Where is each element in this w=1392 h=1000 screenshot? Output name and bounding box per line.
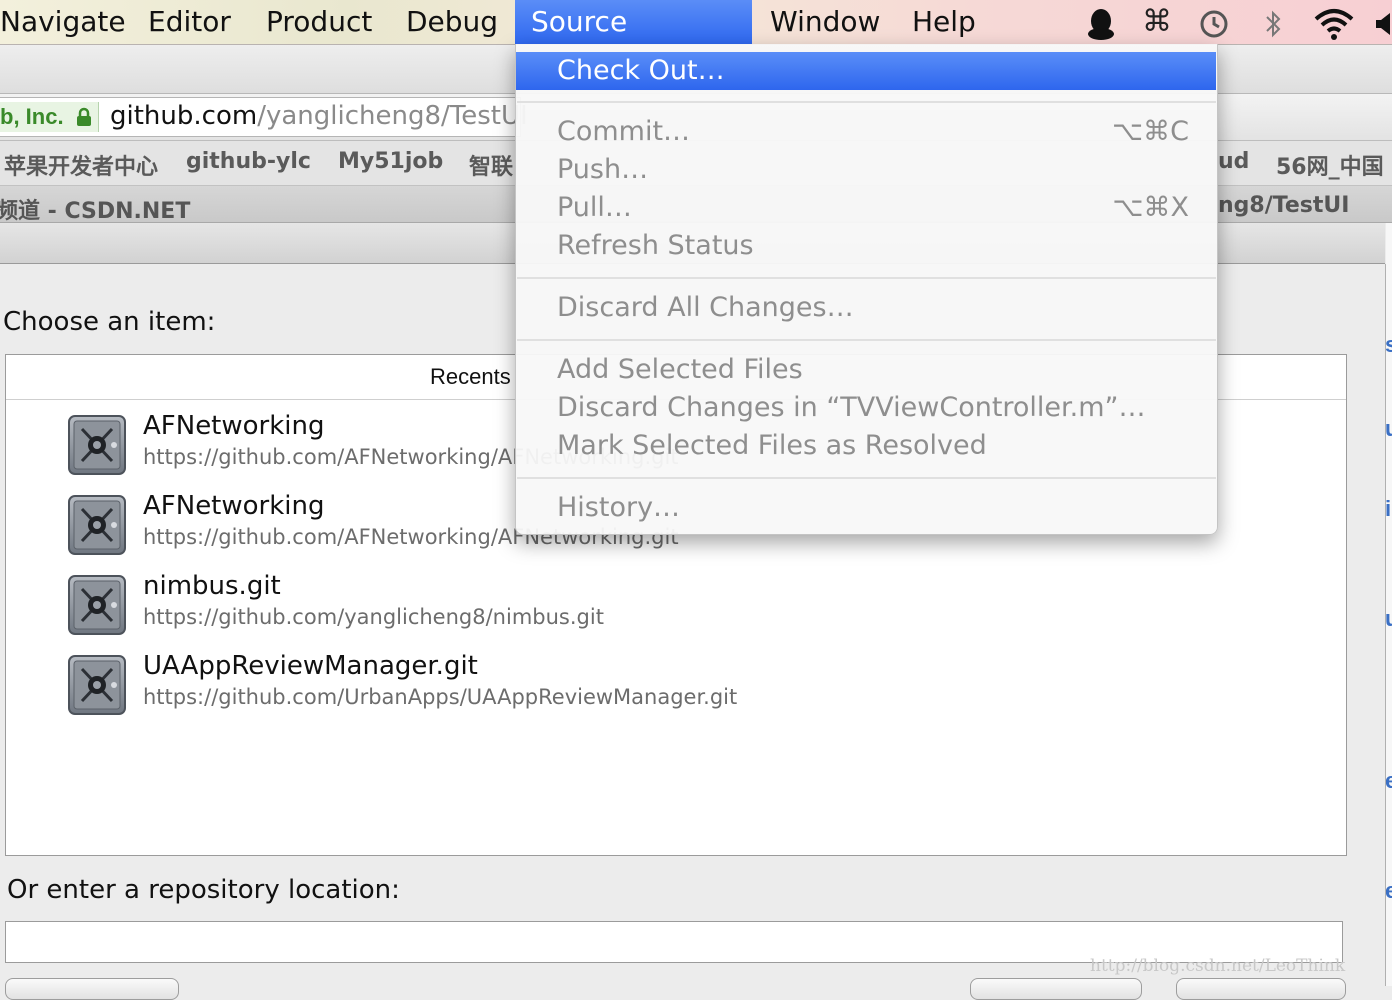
menu-item-label: Refresh Status <box>557 230 754 261</box>
bookmark-zhilian[interactable]: 智联 <box>469 149 513 181</box>
edge-char: u <box>1385 416 1392 441</box>
menu-window[interactable]: Window <box>752 0 898 44</box>
menu-separator <box>517 477 1216 479</box>
secure-label: b, Inc. <box>0 104 64 129</box>
menu-source-control[interactable]: Source Control <box>515 0 752 82</box>
edge-char: s <box>1385 332 1392 357</box>
menu-bar: Navigate Editor Product Debug Source Con… <box>0 0 1392 82</box>
menu-debug[interactable]: Debug <box>388 0 516 44</box>
menu-separator <box>517 101 1216 103</box>
menu-item-add-selected[interactable]: Add Selected Files <box>516 351 1217 389</box>
edge-char: e <box>1385 878 1392 903</box>
menu-item-label: History… <box>557 492 681 523</box>
recents-header: Recents <box>430 364 511 389</box>
url-path: /yanglicheng8/TestUI <box>257 101 528 131</box>
bookmark-apple-dev[interactable]: 苹果开发者中心 <box>4 149 158 181</box>
menu-item-label: Discard All Changes… <box>557 292 854 323</box>
time-machine-icon[interactable] <box>1194 0 1234 44</box>
repo-row[interactable]: nimbus.git https://github.com/yanglichen… <box>6 571 1346 651</box>
bookmark-56[interactable]: 56网_中国 <box>1276 149 1384 181</box>
menu-item-push[interactable]: Push… <box>516 151 1217 189</box>
url-host: github.com <box>110 101 258 131</box>
bluetooth-icon[interactable] <box>1258 0 1288 44</box>
command-key-icon[interactable]: ⌘ <box>1138 0 1176 44</box>
choose-item-label: Choose an item: <box>3 307 216 337</box>
tab-testui[interactable]: ng8/TestUI <box>1218 193 1349 218</box>
menu-item-label: Discard Changes in “TVViewController.m”… <box>557 392 1146 423</box>
left-sheet-button[interactable] <box>5 978 179 1000</box>
menu-item-label: Check Out… <box>557 55 725 86</box>
repository-vault-icon <box>68 415 126 475</box>
volume-icon[interactable] <box>1372 0 1392 44</box>
repository-vault-icon <box>68 495 126 555</box>
edge-char: u <box>1385 606 1392 631</box>
repository-vault-icon <box>68 655 126 715</box>
menu-help[interactable]: Help <box>894 0 994 44</box>
url-field[interactable]: b, Inc. github.com/yanglicheng8/TestUI <box>0 97 528 137</box>
menu-item-shortcut: ⌥⌘X <box>1112 192 1189 223</box>
repo-url: https://github.com/yanglicheng8/nimbus.g… <box>143 605 604 629</box>
menu-item-pull[interactable]: Pull… ⌥⌘X <box>516 189 1217 227</box>
menu-item-label: Commit… <box>557 116 691 147</box>
menu-item-commit[interactable]: Commit… ⌥⌘C <box>516 113 1217 151</box>
source-control-menu: Check Out… Commit… ⌥⌘C Push… Pull… ⌥⌘X R… <box>515 44 1218 535</box>
bookmark-github-ylc[interactable]: github-ylc <box>186 149 311 174</box>
qq-penguin-icon[interactable] <box>1082 0 1120 44</box>
menu-separator <box>517 339 1216 341</box>
url-text: github.com/yanglicheng8/TestUI <box>110 101 528 131</box>
menu-item-label: Pull… <box>557 192 632 223</box>
repo-name: UAAppReviewManager.git <box>143 651 478 681</box>
repo-name: AFNetworking <box>143 491 325 521</box>
menu-item-discard-all[interactable]: Discard All Changes… <box>516 289 1217 327</box>
wifi-icon[interactable] <box>1310 0 1358 44</box>
cancel-button[interactable] <box>970 978 1142 1000</box>
lock-icon <box>76 107 91 126</box>
repository-location-label: Or enter a repository location: <box>7 875 400 905</box>
repo-name: AFNetworking <box>143 411 325 441</box>
menu-product[interactable]: Product <box>248 0 390 44</box>
edge-char: e <box>1385 768 1392 793</box>
menu-item-check-out[interactable]: Check Out… <box>516 52 1216 90</box>
next-button[interactable] <box>1176 978 1346 1000</box>
repo-row[interactable]: UAAppReviewManager.git https://github.co… <box>6 651 1346 731</box>
menu-item-label: Add Selected Files <box>557 354 803 385</box>
menu-separator <box>517 277 1216 279</box>
tab-csdn[interactable]: 频道 - CSDN.NET <box>0 193 190 225</box>
bookmark-my51job[interactable]: My51job <box>338 149 443 174</box>
menu-item-refresh-status[interactable]: Refresh Status <box>516 227 1217 265</box>
repo-url: https://github.com/UrbanApps/UAAppReview… <box>143 685 738 709</box>
menu-item-history[interactable]: History… <box>516 489 1217 527</box>
menu-item-shortcut: ⌥⌘C <box>1112 116 1189 147</box>
menu-navigate[interactable]: Navigate <box>0 0 144 44</box>
bookmark-ud[interactable]: ud <box>1218 149 1249 174</box>
menu-item-discard-changes-file[interactable]: Discard Changes in “TVViewController.m”… <box>516 389 1217 427</box>
repository-vault-icon <box>68 575 126 635</box>
repo-name: nimbus.git <box>143 571 281 601</box>
menu-item-mark-resolved[interactable]: Mark Selected Files as Resolved <box>516 427 1217 465</box>
menu-item-label: Mark Selected Files as Resolved <box>557 430 987 461</box>
secure-badge: b, Inc. <box>0 102 99 132</box>
menu-item-label: Push… <box>557 154 649 185</box>
menu-editor[interactable]: Editor <box>130 0 249 44</box>
watermark: http://blog.csdn.net/LeoThink <box>1090 956 1346 976</box>
